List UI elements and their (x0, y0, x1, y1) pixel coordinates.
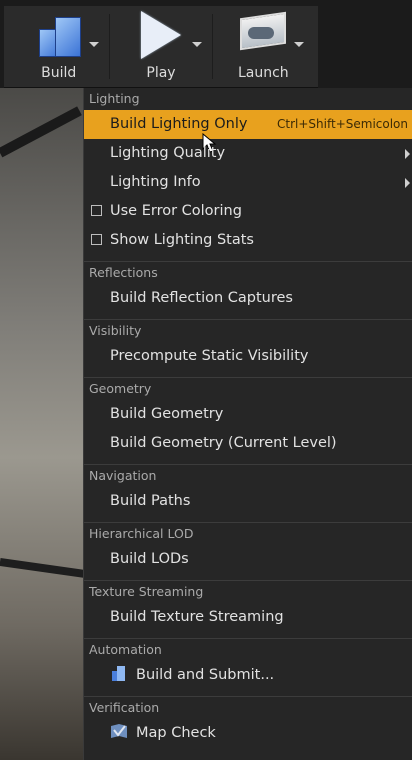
build-submit-icon (112, 666, 125, 681)
menu-item-map-check[interactable]: Map Check (84, 719, 412, 748)
shortcut-text: Ctrl+Shift+Semicolon (277, 117, 408, 131)
section-heading-hierarchical-lod: Hierarchical LOD (84, 522, 412, 545)
menu-item-label: Build and Submit... (136, 667, 275, 683)
section-heading-lighting: Lighting (89, 91, 140, 106)
menu-item-precompute-static-visibility[interactable]: Precompute Static Visibility (84, 342, 412, 371)
section-heading-reflections: Reflections (84, 261, 412, 284)
menu-item-label: Build Geometry (110, 406, 224, 422)
menu-item-lighting-info[interactable]: Lighting Info (84, 168, 412, 197)
menu-item-build-geometry-current-level[interactable]: Build Geometry (Current Level) (84, 429, 412, 458)
menu-item-lighting-quality[interactable]: Lighting Quality (84, 139, 412, 168)
menu-item-label: Precompute Static Visibility (110, 348, 309, 364)
main-toolbar: Build Play Launch (4, 6, 318, 88)
menu-item-label: Lighting Quality (110, 145, 226, 161)
launch-label: Launch (237, 65, 289, 81)
map-check-icon (111, 724, 127, 738)
menu-item-build-lighting-only[interactable]: Build Lighting Only Ctrl+Shift+Semicolon (84, 110, 412, 153)
checkbox-icon[interactable] (91, 205, 102, 216)
play-icon (140, 11, 181, 59)
section-heading-verification: Verification (84, 696, 412, 719)
play-label: Play (146, 65, 176, 81)
menu-item-build-geometry[interactable]: Build Geometry (84, 400, 412, 429)
menu-item-label: Build Paths (110, 493, 191, 509)
menu-item-label: Build Lighting Only (110, 116, 248, 132)
play-dropdown-icon[interactable] (191, 42, 202, 47)
section-heading-geometry: Geometry (84, 377, 412, 400)
section-heading-navigation: Navigation (84, 464, 412, 487)
section-heading-texture-streaming: Texture Streaming (84, 580, 412, 603)
menu-item-use-error-coloring[interactable]: Use Error Coloring (84, 197, 412, 226)
menu-item-label: Build Geometry (Current Level) (110, 435, 337, 451)
menu-item-label: Build LODs (110, 551, 189, 567)
menu-item-build-reflection-captures[interactable]: Build Reflection Captures (84, 284, 412, 313)
section-heading-visibility: Visibility (84, 319, 412, 342)
menu-item-label: Use Error Coloring (110, 203, 242, 219)
scene-beam (0, 106, 82, 158)
menu-item-show-lighting-stats[interactable]: Show Lighting Stats (84, 226, 412, 255)
launch-dropdown-icon[interactable] (293, 42, 304, 47)
menu-item-label: Build Reflection Captures (110, 290, 293, 306)
menu-item-label: Show Lighting Stats (110, 232, 254, 248)
submenu-arrow-icon (405, 178, 410, 188)
submenu-arrow-icon (405, 149, 410, 159)
checkbox-icon[interactable] (91, 234, 102, 245)
menu-item-label: Map Check (136, 725, 216, 741)
play-button[interactable]: Play (110, 8, 211, 85)
menu-item-build-lods[interactable]: Build LODs (84, 545, 412, 574)
build-label: Build (41, 65, 77, 81)
menu-item-build-texture-streaming[interactable]: Build Texture Streaming (84, 603, 412, 632)
launch-button[interactable]: Launch (213, 8, 314, 85)
build-cubes-icon (37, 13, 81, 57)
build-dropdown-menu: Lighting Build Lighting Only Ctrl+Shift+… (83, 88, 412, 760)
menu-item-build-paths[interactable]: Build Paths (84, 487, 412, 516)
menu-item-label: Lighting Info (110, 174, 201, 190)
build-dropdown-icon[interactable] (89, 42, 100, 47)
build-button[interactable]: Build (8, 8, 109, 85)
menu-item-build-and-submit[interactable]: Build and Submit... (84, 661, 412, 690)
section-heading-automation: Automation (84, 638, 412, 661)
scene-beam (0, 558, 90, 579)
menu-item-label: Build Texture Streaming (110, 609, 284, 625)
launch-monitor-icon (238, 11, 288, 55)
